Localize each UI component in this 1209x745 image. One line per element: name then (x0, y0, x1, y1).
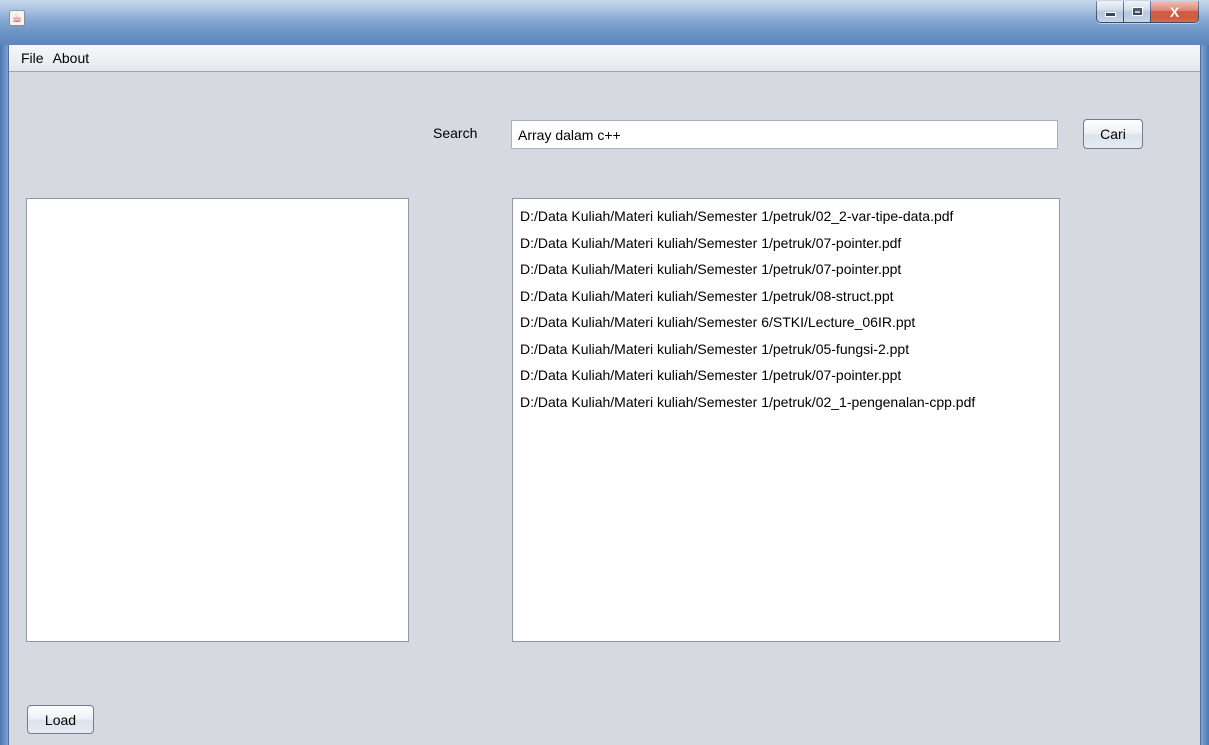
close-icon: X (1169, 3, 1180, 20)
window-frame-left (0, 45, 8, 745)
search-label: Search (433, 125, 478, 141)
maximize-icon (1131, 7, 1143, 16)
search-input[interactable] (511, 120, 1058, 149)
result-item[interactable]: D:/Data Kuliah/Materi kuliah/Semester 1/… (513, 362, 1059, 389)
window-frame-right (1201, 45, 1209, 745)
result-item[interactable]: D:/Data Kuliah/Materi kuliah/Semester 1/… (513, 256, 1059, 283)
result-item[interactable]: D:/Data Kuliah/Materi kuliah/Semester 6/… (513, 309, 1059, 336)
result-item[interactable]: D:/Data Kuliah/Materi kuliah/Semester 1/… (513, 389, 1059, 416)
result-item[interactable]: D:/Data Kuliah/Materi kuliah/Semester 1/… (513, 230, 1059, 257)
menu-bar: File About (9, 45, 1200, 72)
title-bar[interactable]: ☕ X (0, 0, 1209, 45)
results-list[interactable]: D:/Data Kuliah/Materi kuliah/Semester 1/… (512, 198, 1060, 642)
result-item[interactable]: D:/Data Kuliah/Materi kuliah/Semester 1/… (513, 203, 1059, 230)
menu-file[interactable]: File (21, 50, 44, 66)
menu-about[interactable]: About (53, 50, 90, 66)
minimize-icon (1104, 12, 1116, 17)
client-area: File About Search Cari D:/Data Kuliah/Ma… (8, 45, 1201, 745)
search-button[interactable]: Cari (1083, 119, 1143, 149)
load-button[interactable]: Load (27, 705, 94, 734)
window-controls: X (1096, 1, 1199, 23)
result-item[interactable]: D:/Data Kuliah/Materi kuliah/Semester 1/… (513, 283, 1059, 310)
app-window: ☕ X File About Search Cari D:/Data Kulia… (0, 0, 1209, 745)
result-item[interactable]: D:/Data Kuliah/Materi kuliah/Semester 1/… (513, 336, 1059, 363)
java-icon[interactable]: ☕ (9, 10, 25, 26)
minimize-button[interactable] (1097, 1, 1124, 22)
maximize-button[interactable] (1124, 1, 1151, 22)
close-button[interactable]: X (1151, 1, 1198, 22)
left-list[interactable] (26, 198, 409, 642)
